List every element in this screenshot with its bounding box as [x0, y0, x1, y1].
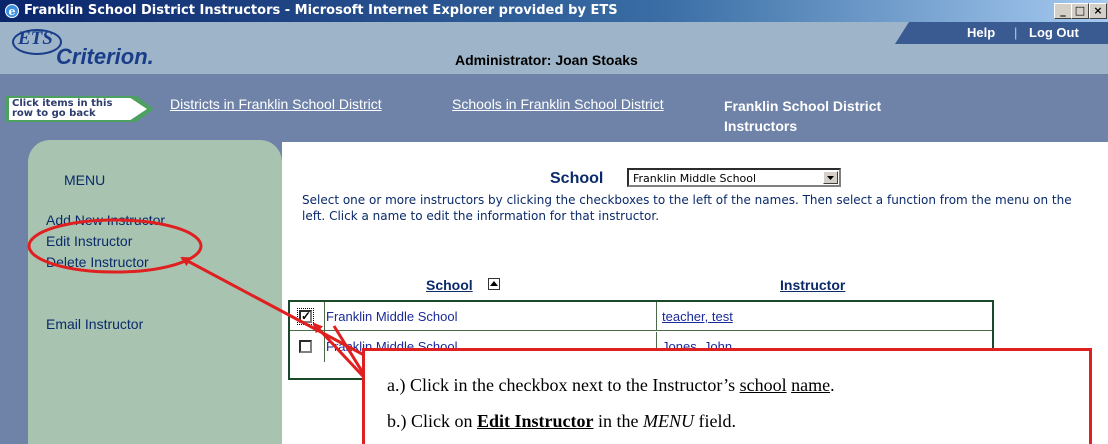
school-cell: Franklin Middle School — [326, 302, 657, 330]
logout-link[interactable]: Log Out — [1029, 25, 1079, 40]
ets-logo-text: ETS — [18, 28, 53, 49]
back-hint-line2: row to go back — [12, 108, 96, 119]
breadcrumb-districts-link[interactable]: Districts in Franklin School District — [170, 96, 382, 112]
breadcrumb-schools-link[interactable]: Schools in Franklin School District — [452, 96, 664, 112]
row-checkbox[interactable] — [299, 340, 312, 353]
window-titlebar: e Franklin School District Instructors -… — [0, 0, 1108, 22]
window-title: Franklin School District Instructors - M… — [24, 3, 618, 18]
menu-item-delete-instructor[interactable]: Delete Instructor — [46, 254, 149, 270]
internet-explorer-icon: e — [5, 4, 19, 18]
breadcrumb-current: Franklin School District Instructors — [724, 98, 882, 134]
table-row: ✓ Franklin Middle School teacher, test — [290, 302, 992, 332]
menu-item-edit-instructor[interactable]: Edit Instructor — [46, 233, 132, 249]
callout-step-b: b.) Click on Edit Instructor in the MENU… — [387, 411, 736, 431]
callout-step-a: a.) Click in the checkbox next to the In… — [387, 375, 835, 395]
instruction-callout: a.) Click in the checkbox next to the In… — [362, 348, 1092, 444]
school-filter-label: School — [550, 170, 604, 187]
sort-ascending-icon[interactable] — [488, 278, 500, 290]
close-button[interactable]: × — [1089, 3, 1107, 19]
breadcrumb-back-hint: Click items in this row to go back — [6, 96, 156, 122]
dropdown-arrow-icon[interactable] — [823, 171, 838, 184]
maximize-button[interactable]: □ — [1071, 3, 1089, 19]
menu-item-add-new-instructor[interactable]: Add New Instructor — [46, 212, 165, 228]
svg-text:e: e — [9, 5, 16, 18]
criterion-logo-text: Criterion. — [56, 44, 154, 69]
school-select[interactable]: Franklin Middle School — [627, 168, 841, 187]
row-checkbox[interactable]: ✓ — [299, 310, 312, 323]
school-select-value: Franklin Middle School — [633, 172, 757, 185]
help-link[interactable]: Help — [967, 25, 995, 40]
minimize-button[interactable]: _ — [1054, 3, 1072, 19]
criterion-logo: ETS Criterion. — [10, 28, 185, 69]
row-divider — [290, 330, 992, 331]
row-checkbox-focus: ✓ — [297, 308, 314, 325]
top-links-separator: | — [1014, 25, 1018, 40]
administrator-label: Administrator: Joan Stoaks — [455, 52, 638, 68]
top-links-bar: Help | Log Out — [895, 22, 1108, 44]
column-header-school[interactable]: School — [426, 277, 473, 293]
instructor-name-link[interactable]: teacher, test — [662, 302, 992, 330]
menu-item-email-instructor[interactable]: Email Instructor — [46, 316, 143, 332]
menu-title: MENU — [64, 172, 106, 188]
menu-panel: MENU Add New Instructor Edit Instructor … — [28, 140, 282, 444]
column-header-instructor[interactable]: Instructor — [780, 277, 845, 293]
instructions-text: Select one or more instructors by clicki… — [302, 193, 1072, 223]
